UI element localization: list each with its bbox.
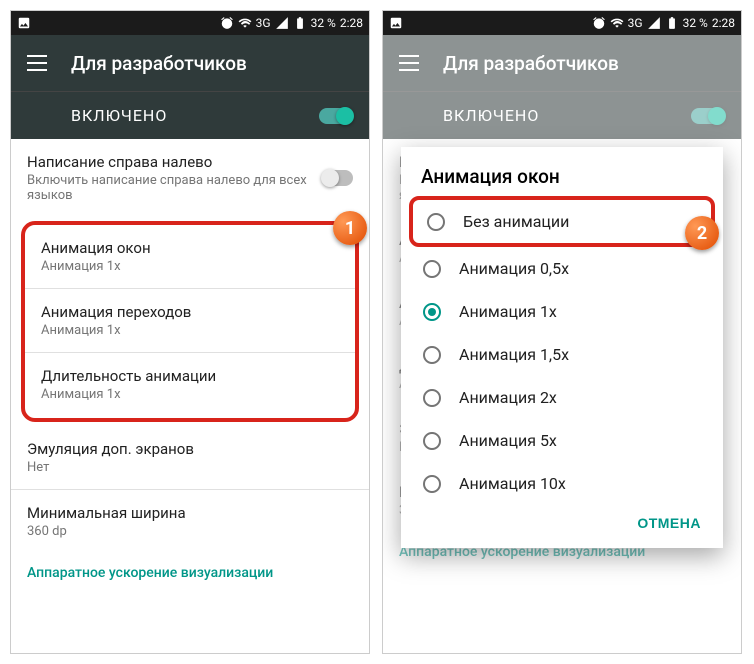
phone-left: 3G 32 % 2:28 Для разработчиков ВКЛЮЧЕНО … xyxy=(10,10,370,654)
alarm-icon xyxy=(592,16,606,30)
image-icon xyxy=(17,16,31,30)
battery-icon xyxy=(665,16,679,30)
radio-icon xyxy=(423,303,441,321)
radio-label: Анимация 5x xyxy=(459,431,557,450)
section-hw-accel: Аппаратное ускорение визуализации xyxy=(11,553,369,593)
image-icon xyxy=(389,16,403,30)
setting-secondary-displays[interactable]: Эмуляция доп. экранов Нет xyxy=(11,426,369,489)
wifi-icon xyxy=(238,16,252,30)
radio-option[interactable]: Анимация 0,5x xyxy=(409,247,715,290)
master-toggle-row: ВКЛЮЧЕНО xyxy=(383,91,741,139)
radio-icon xyxy=(423,389,441,407)
radio-option[interactable]: Анимация 1x xyxy=(409,290,715,333)
battery-icon xyxy=(293,16,307,30)
radio-icon xyxy=(423,475,441,493)
callout-badge-1: 1 xyxy=(333,211,367,245)
time-label: 2:28 xyxy=(712,16,735,30)
radio-option[interactable]: Анимация 2x xyxy=(409,376,715,419)
cancel-button[interactable]: ОТМЕНА xyxy=(637,515,701,531)
radio-option[interactable]: Без анимации2 xyxy=(409,196,715,247)
status-bar: 3G 32 % 2:28 xyxy=(11,11,369,35)
signal-icon xyxy=(275,16,289,30)
master-toggle-row[interactable]: ВКЛЮЧЕНО xyxy=(11,91,369,139)
phone-right: 3G 32 % 2:28 Для разработчиков ВКЛЮЧЕНО … xyxy=(382,10,742,654)
radio-label: Анимация 1,5x xyxy=(459,345,569,364)
menu-icon xyxy=(399,55,419,71)
radio-icon xyxy=(423,346,441,364)
setting-transition-animation[interactable]: Анимация переходов Анимация 1x xyxy=(25,289,355,352)
radio-icon xyxy=(423,432,441,450)
highlight-group-1: 1 Анимация окон Анимация 1x Анимация пер… xyxy=(21,221,359,422)
app-bar: Для разработчиков xyxy=(383,35,741,91)
time-label: 2:28 xyxy=(340,16,363,30)
radio-label: Анимация 10x xyxy=(459,474,566,493)
setting-min-width[interactable]: Минимальная ширина 360 dp xyxy=(11,490,369,553)
menu-icon[interactable] xyxy=(27,55,47,71)
signal-icon xyxy=(647,16,661,30)
master-toggle-label: ВКЛЮЧЕНО xyxy=(71,106,167,125)
page-title: Для разработчиков xyxy=(71,52,247,75)
battery-label: 32 % xyxy=(311,16,336,30)
radio-icon xyxy=(427,213,445,231)
rtl-toggle-switch[interactable] xyxy=(322,170,353,186)
setting-sub: Включить написание справа налево для все… xyxy=(27,173,322,203)
dialog-title: Анимация окон xyxy=(409,165,715,196)
page-title: Для разработчиков xyxy=(443,52,619,75)
setting-window-animation[interactable]: Анимация окон Анимация 1x xyxy=(25,225,355,288)
radio-label: Анимация 1x xyxy=(459,302,557,321)
master-toggle-switch[interactable] xyxy=(319,108,353,124)
radio-label: Анимация 2x xyxy=(459,388,557,407)
radio-option[interactable]: Анимация 5x xyxy=(409,419,715,462)
radio-label: Анимация 0,5x xyxy=(459,259,569,278)
radio-option[interactable]: Анимация 10x xyxy=(409,462,715,505)
setting-rtl[interactable]: Написание справа налево Включить написан… xyxy=(11,139,369,217)
callout-badge-2: 2 xyxy=(685,216,719,250)
network-label: 3G xyxy=(628,16,643,30)
setting-animation-duration[interactable]: Длительность анимации Анимация 1x xyxy=(25,353,355,416)
radio-label: Без анимации xyxy=(463,212,569,231)
radio-option[interactable]: Анимация 1,5x xyxy=(409,333,715,376)
battery-label: 32 % xyxy=(683,16,708,30)
animation-scale-dialog: Анимация окон Без анимации2Анимация 0,5x… xyxy=(401,147,723,548)
radio-icon xyxy=(423,260,441,278)
alarm-icon xyxy=(220,16,234,30)
network-label: 3G xyxy=(256,16,271,30)
wifi-icon xyxy=(610,16,624,30)
master-toggle-switch xyxy=(691,108,725,124)
app-bar: Для разработчиков xyxy=(11,35,369,91)
setting-title: Написание справа налево xyxy=(27,153,322,171)
status-bar: 3G 32 % 2:28 xyxy=(383,11,741,35)
